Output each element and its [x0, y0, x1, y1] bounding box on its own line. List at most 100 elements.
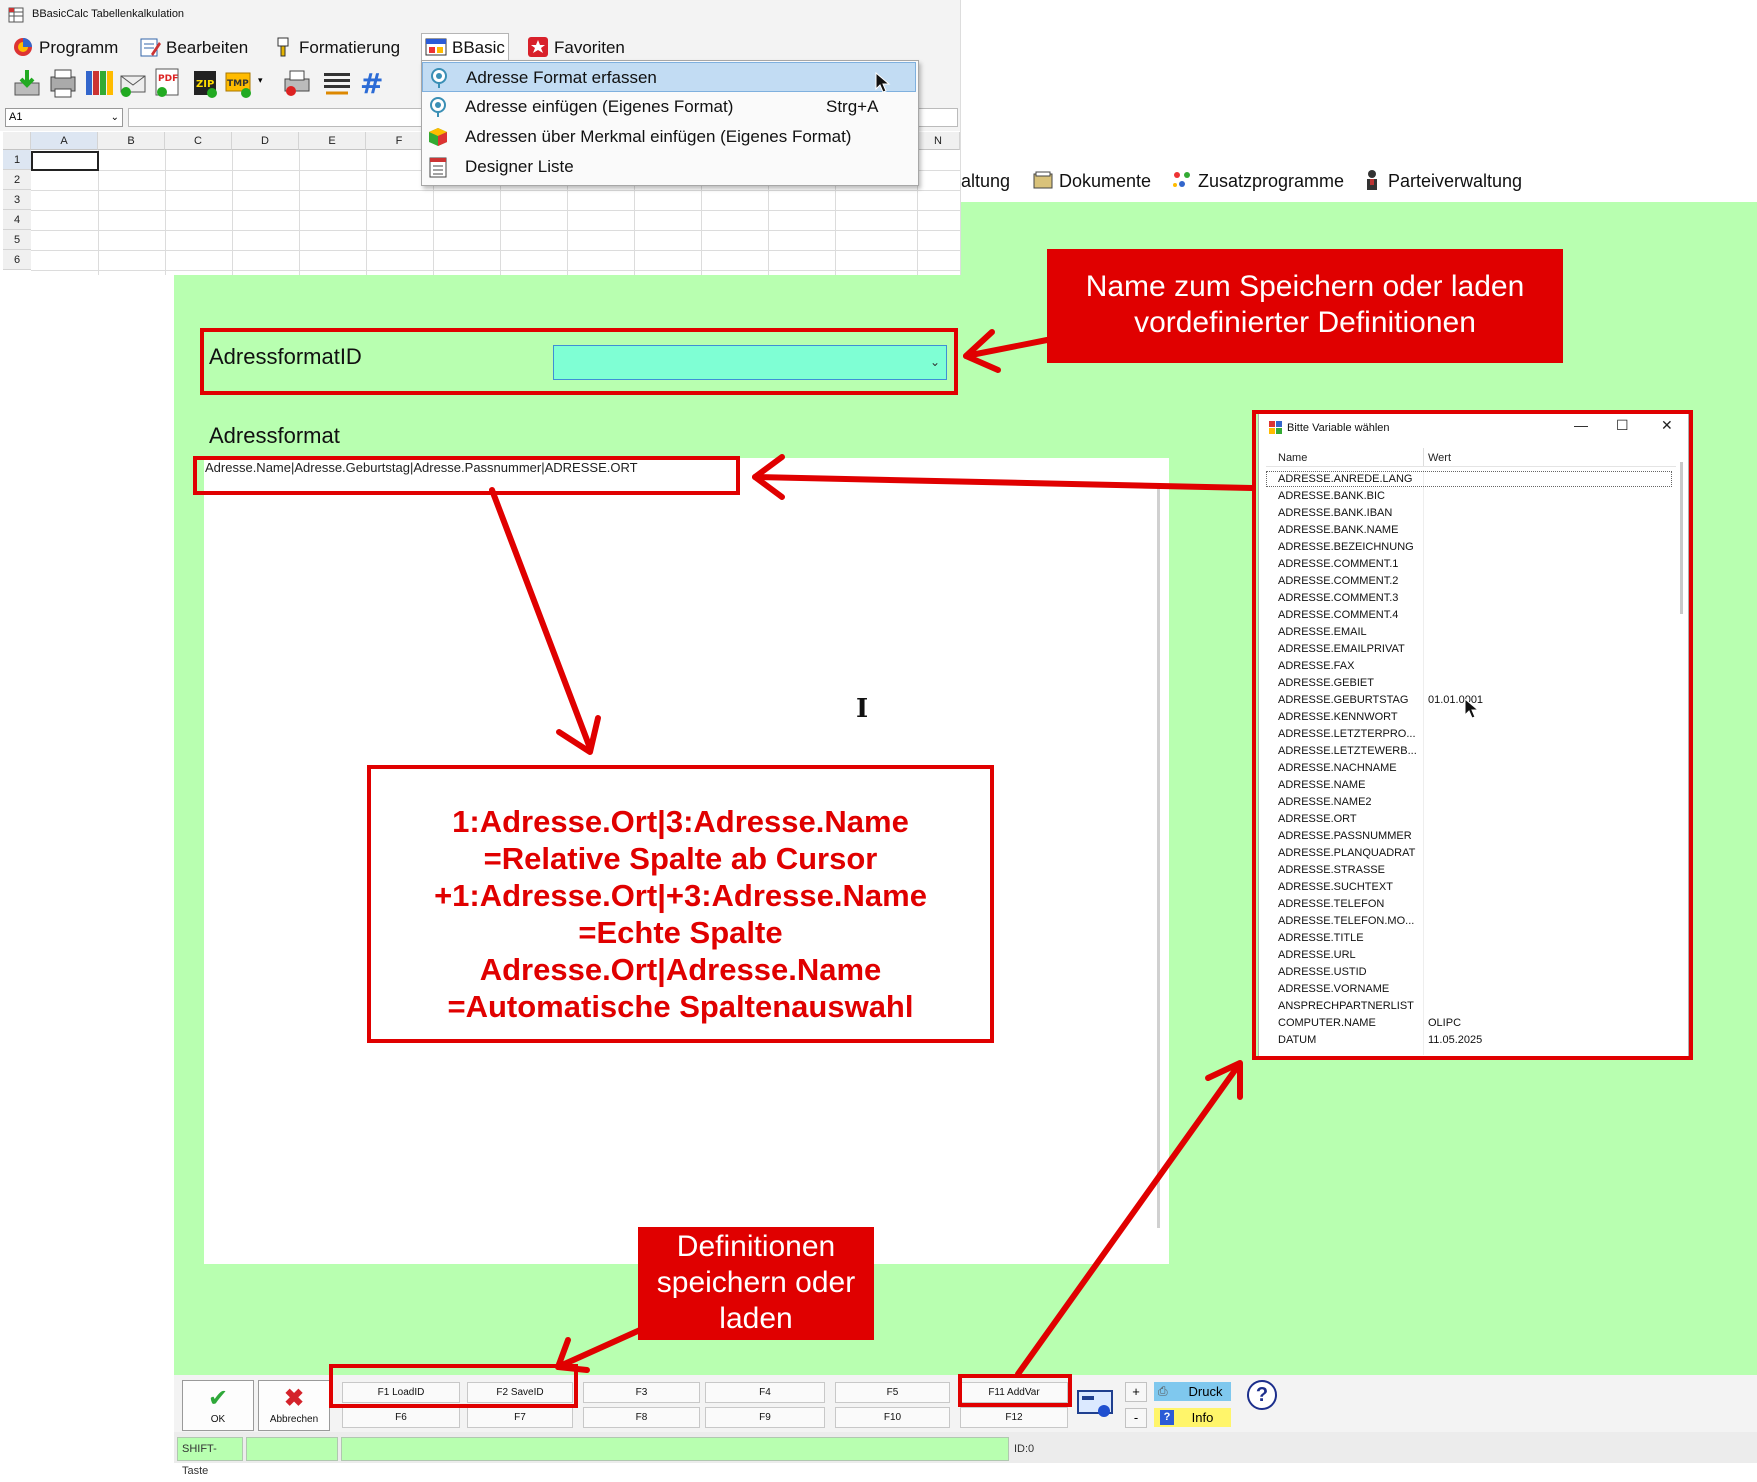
menu-label: Bearbeiten — [166, 38, 249, 57]
template-icon[interactable]: TMP — [224, 67, 254, 99]
row-header[interactable]: 4 — [3, 210, 31, 230]
menu-bbasic[interactable]: BBasic — [421, 33, 509, 63]
menu-formatierung[interactable]: Formatierung — [272, 36, 400, 60]
cancel-button[interactable]: ✖ Abbrechen — [258, 1380, 330, 1431]
menu-label: Parteiverwaltung — [1388, 171, 1523, 191]
grid-line — [31, 230, 960, 231]
brush-icon — [277, 37, 289, 57]
menu-label: Favoriten — [554, 38, 625, 57]
chevron-down-icon[interactable]: ▾ — [258, 75, 263, 86]
grid-line — [165, 150, 166, 275]
status-shift: SHIFT-Taste — [177, 1437, 243, 1477]
row-header[interactable]: 6 — [3, 250, 31, 270]
grid-line — [299, 150, 300, 275]
list-icon — [429, 157, 447, 178]
f12-button[interactable]: F12 — [960, 1407, 1068, 1428]
menu-item-label: Adresse Format erfassen — [466, 68, 657, 87]
cube-icon — [429, 128, 447, 146]
cancel-label: Abbrechen — [269, 1414, 319, 1425]
grid-line — [366, 150, 367, 275]
grid-line — [232, 150, 233, 275]
column-header[interactable]: E — [299, 132, 366, 150]
f8-button[interactable]: F8 — [583, 1407, 700, 1428]
text-cursor-icon: I — [856, 694, 869, 724]
annotation-frame-format — [193, 456, 740, 495]
f10-button[interactable]: F10 — [835, 1407, 950, 1428]
menu-label: Programm — [39, 38, 119, 57]
grid-line — [31, 250, 960, 251]
edit-icon — [140, 38, 161, 57]
star-icon — [528, 36, 548, 57]
annotation-frame-addvar — [958, 1374, 1072, 1407]
menu-dokumente[interactable]: Dokumente — [1032, 160, 1151, 202]
grid-line — [31, 270, 960, 271]
f4-button[interactable]: F4 — [705, 1382, 825, 1403]
plus-button[interactable]: + — [1125, 1382, 1147, 1402]
menu-label: Zusatzprogramme — [1198, 171, 1345, 191]
row-header[interactable]: 5 — [3, 230, 31, 250]
adressformat-label: Adressformat — [209, 423, 340, 448]
chevron-down-icon[interactable]: ⌄ — [111, 109, 119, 126]
row-header[interactable]: 2 — [3, 170, 31, 190]
menu-programm[interactable]: Programm — [12, 36, 118, 60]
annotation-frame-id — [200, 328, 958, 395]
column-header[interactable]: A — [31, 132, 98, 150]
menu-label: Dokumente — [1059, 171, 1152, 191]
hash-icon[interactable]: # — [358, 67, 388, 99]
status-cell-3 — [341, 1437, 1009, 1461]
location-pin-icon — [431, 68, 447, 88]
svg-text:PDF: PDF — [158, 74, 178, 84]
grid-line — [31, 190, 960, 191]
menu-item-designer-liste[interactable]: Designer Liste — [422, 152, 916, 182]
f3-button[interactable]: F3 — [583, 1382, 700, 1403]
column-header[interactable]: N — [917, 132, 960, 150]
info-line: 1:Adresse.Ort|3:Adresse.Name — [452, 804, 909, 839]
pdf-icon[interactable]: PDF — [152, 67, 182, 99]
scrollbar[interactable] — [1157, 488, 1160, 1228]
selected-cell-a1[interactable] — [31, 151, 99, 171]
documents-icon — [1033, 171, 1053, 189]
binders-icon[interactable] — [84, 67, 114, 99]
f5-button[interactable]: F5 — [835, 1382, 950, 1403]
column-header[interactable]: C — [165, 132, 232, 150]
help-icon[interactable]: ? — [1247, 1380, 1277, 1410]
corner-cell[interactable] — [3, 132, 31, 150]
ok-button[interactable]: ✔ OK — [182, 1380, 254, 1431]
row-header[interactable]: 3 — [3, 190, 31, 210]
program-icon — [14, 37, 32, 56]
menu-bearbeiten[interactable]: Bearbeiten — [139, 36, 248, 60]
menu-item-adresse-einfuegen[interactable]: Adresse einfügen (Eigenes Format) Strg+A — [422, 92, 916, 122]
callout-definitions: Definitionen speichern oder laden — [638, 1227, 874, 1340]
f6-button[interactable]: F6 — [342, 1407, 460, 1428]
druck-label: Druck — [1188, 1384, 1223, 1399]
menu-item-adresse-format-erfassen[interactable]: Adresse Format erfassen — [422, 62, 916, 92]
printer-icon[interactable] — [282, 67, 312, 99]
row-header[interactable]: 1 — [3, 150, 31, 170]
column-header[interactable]: B — [98, 132, 165, 150]
import-icon[interactable] — [12, 67, 42, 99]
column-header[interactable]: D — [232, 132, 299, 150]
status-id: ID:0 — [1009, 1437, 1757, 1461]
menu-item-label: Designer Liste — [465, 157, 574, 176]
menu-zusatzprogramme[interactable]: Zusatzprogramme — [1171, 160, 1344, 202]
window-title: BBasicCalc Tabellenkalkulation — [32, 8, 185, 20]
info-line: +1:Adresse.Ort|+3:Adresse.Name — [434, 878, 927, 913]
cell-reference-box[interactable]: A1 ⌄ — [5, 108, 123, 127]
menu-parteiverwaltung[interactable]: Parteiverwaltung — [1361, 160, 1522, 202]
minus-button[interactable]: - — [1125, 1408, 1147, 1428]
lines-icon[interactable] — [322, 67, 352, 99]
zip-icon[interactable]: ZIP — [190, 67, 220, 99]
annotation-frame-variables — [1252, 410, 1693, 1060]
menu-favoriten[interactable]: Favoriten — [527, 36, 625, 60]
mail-icon[interactable] — [118, 67, 148, 99]
cell-reference: A1 — [9, 111, 23, 123]
print-preview-icon[interactable] — [48, 67, 78, 99]
person-icon — [1367, 170, 1377, 191]
menu-item-adressen-ueber-merkmal[interactable]: Adressen über Merkmal einfügen (Eigenes … — [422, 122, 916, 152]
info-icon: ? — [1160, 1410, 1174, 1425]
f9-button[interactable]: F9 — [705, 1407, 825, 1428]
id-card-icon[interactable] — [1077, 1383, 1113, 1421]
info-label: Info — [1191, 1410, 1214, 1425]
f7-button[interactable]: F7 — [467, 1407, 573, 1428]
svg-text:#: # — [360, 67, 383, 99]
